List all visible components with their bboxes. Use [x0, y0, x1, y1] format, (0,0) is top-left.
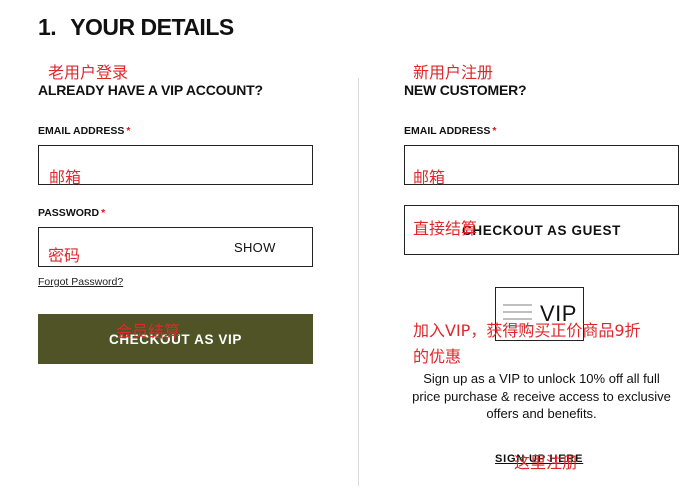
annotation-new-customer: 新用户注册 — [413, 63, 494, 82]
annotation-password: 密码 — [48, 246, 81, 265]
step-title: YOUR DETAILS — [70, 14, 234, 40]
vip-login-heading: ALREADY HAVE A VIP ACCOUNT? — [38, 82, 263, 98]
annotation-checkout-vip: 会员结算 — [116, 322, 181, 341]
annotation-email-right: 邮箱 — [413, 168, 446, 187]
guest-email-label: EMAIL ADDRESS * — [404, 125, 496, 137]
column-divider — [358, 78, 359, 486]
annotation-vip-promo-line2: 的优惠 — [413, 347, 462, 366]
new-customer-heading: NEW CUSTOMER? — [404, 82, 527, 98]
required-mark: * — [492, 125, 497, 137]
page-title: 1. YOUR DETAILS — [38, 14, 234, 41]
vip-email-label-text: EMAIL ADDRESS — [38, 125, 125, 137]
vip-promo-text: Sign up as a VIP to unlock 10% off all f… — [398, 370, 685, 423]
checkout-as-guest-label: CHECKOUT AS GUEST — [462, 222, 621, 238]
forgot-password-link[interactable]: Forgot Password? — [38, 276, 123, 288]
guest-email-input[interactable] — [404, 145, 679, 185]
annotation-checkout-guest: 直接结算 — [413, 219, 478, 238]
required-mark: * — [101, 207, 106, 219]
show-password-button[interactable]: SHOW — [234, 240, 276, 255]
step-number: 1. — [38, 14, 57, 40]
vip-promo-line: Sign up as a VIP to unlock 10% off all f… — [423, 371, 660, 386]
guest-email-label-text: EMAIL ADDRESS — [404, 125, 491, 137]
vip-promo-line: price purchase & receive access to exclu… — [412, 388, 671, 404]
password-label-text: PASSWORD — [38, 207, 100, 219]
annotation-vip-promo-line1: 加入VIP，获得购买正价商品9折 — [413, 321, 641, 340]
vip-promo-line: offers and benefits. — [486, 406, 597, 421]
annotation-vip-login: 老用户登录 — [48, 63, 129, 82]
required-mark: * — [126, 125, 131, 137]
password-label: PASSWORD * — [38, 207, 105, 219]
annotation-signup-here: 这里注册 — [514, 453, 579, 472]
annotation-email-left: 邮箱 — [49, 168, 82, 187]
vip-email-label: EMAIL ADDRESS * — [38, 125, 130, 137]
